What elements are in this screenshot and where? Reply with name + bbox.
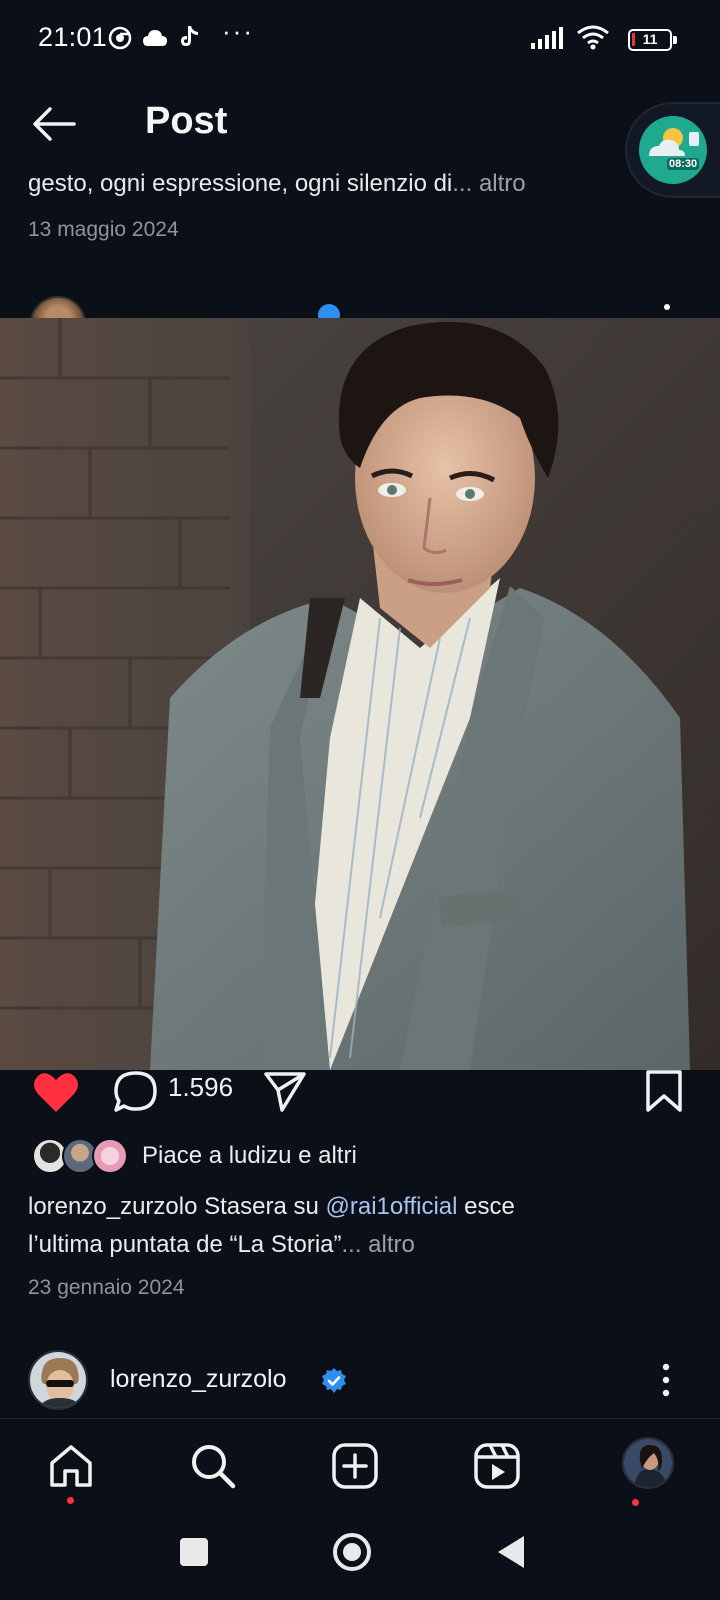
likes-row[interactable]: Piace a ludizu e altri bbox=[0, 1138, 720, 1178]
previous-caption-ellipsis: ... bbox=[452, 170, 473, 197]
page-title: Post bbox=[145, 100, 228, 142]
verified-badge-icon bbox=[320, 1367, 348, 1395]
signal-icon bbox=[530, 27, 566, 54]
post-header: Post 08:30 bbox=[0, 78, 720, 198]
post-date: 23 gennaio 2024 bbox=[28, 1276, 185, 1299]
liker-avatar bbox=[92, 1138, 128, 1174]
status-time: 21:01 bbox=[38, 22, 108, 52]
likes-summary[interactable]: Piace a ludizu e altri bbox=[142, 1142, 357, 1170]
comment-count: 1.596 bbox=[168, 1072, 234, 1102]
wifi-icon bbox=[576, 24, 610, 55]
previous-post-caption: gesto, ogni espressione, ogni silenzio d… bbox=[28, 170, 526, 198]
profile-notification-dot bbox=[632, 1499, 639, 1506]
post-author-row-peek bbox=[0, 290, 720, 318]
comment-button[interactable] bbox=[112, 1070, 160, 1114]
circle-home-icon bbox=[333, 1533, 371, 1571]
more-notifications-indicator: ··· bbox=[222, 16, 254, 46]
widget-time: 08:30 bbox=[667, 158, 700, 170]
home-notification-dot bbox=[67, 1497, 74, 1504]
cloud-icon bbox=[142, 28, 168, 53]
like-button[interactable] bbox=[32, 1070, 80, 1114]
create-icon bbox=[332, 1443, 378, 1489]
caption-line-2: l’ultima puntata de “La Storia” bbox=[28, 1231, 342, 1258]
search-icon bbox=[192, 1445, 236, 1489]
post-photo[interactable] bbox=[0, 318, 720, 1070]
battery-level: 11 bbox=[642, 31, 658, 47]
author-username[interactable]: lorenzo_zurzolo bbox=[110, 1365, 287, 1394]
system-navigation-bar bbox=[0, 1508, 720, 1600]
share-button[interactable] bbox=[262, 1070, 308, 1114]
weather-icon: 08:30 bbox=[639, 116, 707, 184]
home-icon bbox=[50, 1445, 92, 1487]
back-system-button[interactable] bbox=[490, 1530, 534, 1574]
previous-caption-text: gesto, ogni espressione, ogni silenzio d… bbox=[28, 170, 453, 197]
create-tab[interactable] bbox=[330, 1441, 380, 1491]
caption-username[interactable]: lorenzo_zurzolo bbox=[28, 1193, 197, 1220]
more-options-button[interactable] bbox=[658, 1362, 674, 1398]
verified-badge-icon bbox=[318, 304, 340, 318]
previous-post-date: 13 maggio 2024 bbox=[28, 218, 179, 241]
tiktok-icon bbox=[178, 24, 202, 55]
caption-text-continued: esce bbox=[457, 1193, 515, 1220]
caption-more-link[interactable]: altro bbox=[362, 1231, 415, 1258]
profile-avatar bbox=[624, 1439, 672, 1487]
chrome-icon bbox=[108, 26, 132, 55]
caption-ellipsis: ... bbox=[341, 1231, 362, 1258]
more-options-icon[interactable] bbox=[664, 304, 670, 310]
previous-more-link[interactable]: altro bbox=[472, 170, 526, 197]
search-tab[interactable] bbox=[188, 1441, 238, 1491]
recents-icon bbox=[180, 1538, 208, 1566]
profile-tab[interactable] bbox=[622, 1437, 674, 1489]
home-tab[interactable] bbox=[46, 1441, 96, 1491]
post-actions: 1.596 bbox=[0, 1070, 720, 1130]
author-avatar[interactable] bbox=[28, 1350, 88, 1410]
floating-weather-widget[interactable]: 08:30 bbox=[625, 102, 720, 198]
liker-avatars bbox=[32, 1138, 128, 1176]
reels-icon bbox=[474, 1443, 520, 1489]
caption-mention[interactable]: @rai1official bbox=[326, 1193, 458, 1220]
author-avatar[interactable] bbox=[30, 296, 86, 318]
back-button[interactable] bbox=[28, 104, 82, 144]
recents-button[interactable] bbox=[172, 1530, 216, 1574]
triangle-back-icon bbox=[498, 1536, 524, 1568]
next-post-header: lorenzo_zurzolo bbox=[0, 1350, 720, 1416]
status-bar: 21:01 ··· 11 bbox=[0, 0, 720, 78]
caption-text: Stasera su bbox=[197, 1193, 326, 1220]
home-system-button[interactable] bbox=[330, 1530, 374, 1574]
bottom-navigation bbox=[0, 1418, 720, 1508]
reels-tab[interactable] bbox=[472, 1441, 522, 1491]
battery-icon: 11 bbox=[628, 29, 677, 51]
save-button[interactable] bbox=[642, 1070, 686, 1114]
post-caption: lorenzo_zurzolo Stasera su @rai1official… bbox=[28, 1188, 688, 1264]
